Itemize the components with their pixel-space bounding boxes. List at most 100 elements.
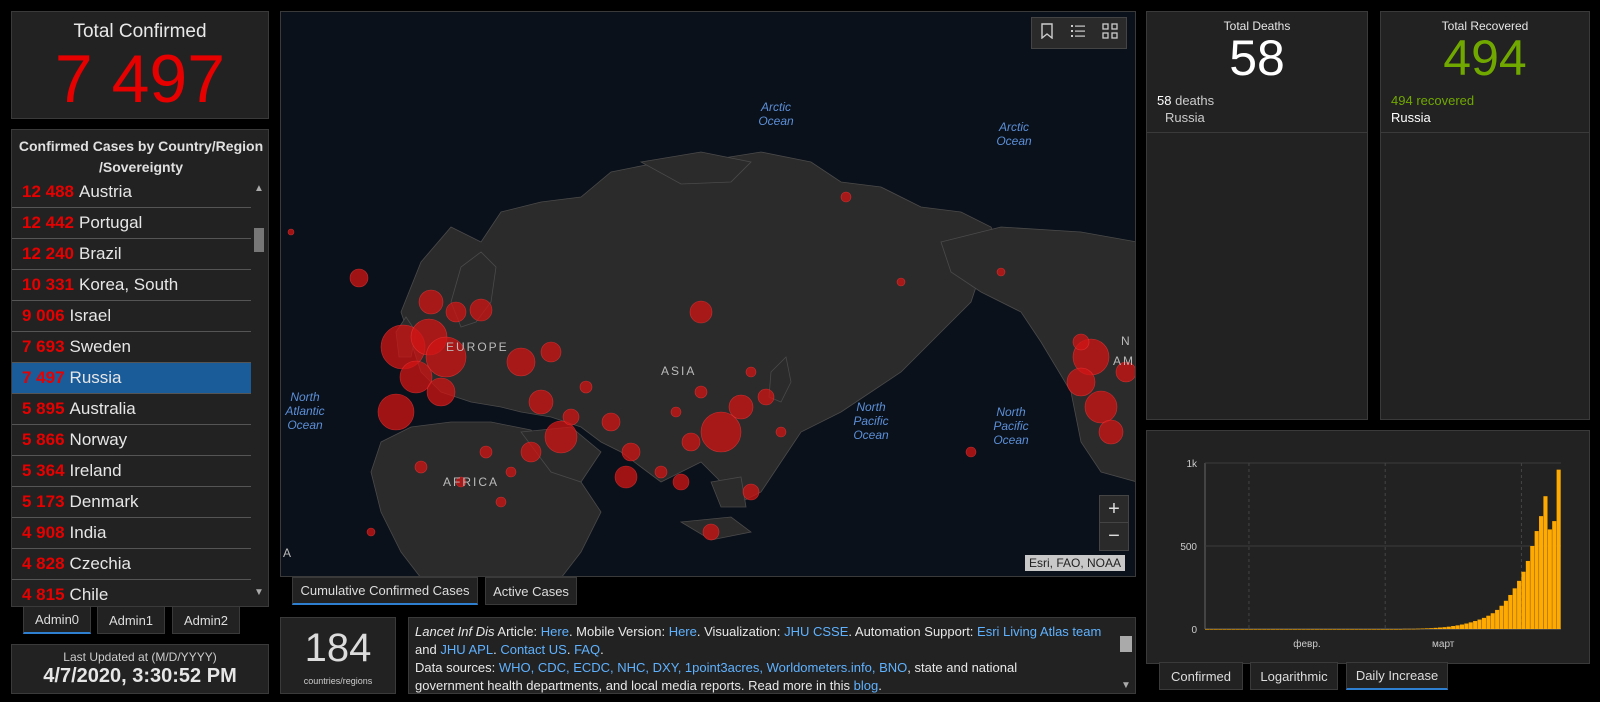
country-list-item[interactable]: 5 866 Norway — [12, 425, 251, 456]
tab-logarithmic[interactable]: Logarithmic — [1250, 662, 1338, 690]
case-bubble[interactable] — [654, 465, 668, 479]
country-list-item[interactable]: 4 815 Chile — [12, 580, 251, 606]
country-list-item[interactable]: 9 006 Israel — [12, 301, 251, 332]
country-list-item[interactable]: 10 331 Korea, South — [12, 270, 251, 301]
case-bubble[interactable] — [840, 191, 852, 203]
tab-admin1[interactable]: Admin1 — [97, 606, 165, 634]
case-bubble[interactable] — [469, 298, 493, 322]
scroll-down-icon[interactable]: ▼ — [252, 587, 266, 598]
map-label-europe: EUROPE — [446, 340, 509, 354]
case-bubble[interactable] — [528, 389, 554, 415]
case-bubble[interactable] — [366, 527, 376, 537]
case-bubble[interactable] — [377, 393, 415, 431]
country-list-item[interactable]: 12 442 Portugal — [12, 208, 251, 239]
case-bubble[interactable] — [520, 441, 542, 463]
case-bubble[interactable] — [540, 341, 562, 363]
tab-cumulative-confirmed[interactable]: Cumulative Confirmed Cases — [292, 577, 478, 605]
bookmark-icon[interactable] — [1040, 23, 1054, 43]
info-scroll-thumb[interactable] — [1120, 636, 1132, 652]
country-list-item[interactable]: 5 364 Ireland — [12, 456, 251, 487]
tab-active-cases[interactable]: Active Cases — [485, 577, 577, 605]
world-map[interactable] — [281, 12, 1136, 577]
case-bubble[interactable] — [681, 432, 701, 452]
country-list-item[interactable]: 7 497 Russia — [12, 363, 251, 394]
country-list-item[interactable]: 4 828 Czechia — [12, 549, 251, 580]
chart-bar — [1301, 629, 1306, 630]
tab-admin0[interactable]: Admin0 — [23, 606, 91, 634]
case-bubble[interactable] — [506, 347, 536, 377]
country-name: Czechia — [69, 554, 131, 573]
case-bubble[interactable] — [614, 465, 638, 489]
case-bubble[interactable] — [1098, 419, 1124, 445]
map-panel[interactable]: EUROPE ASIA AFRICA A N AM Arctic Ocean A… — [280, 11, 1136, 577]
info-scrollbar[interactable]: ▼ — [1119, 620, 1133, 691]
case-bubble[interactable] — [418, 289, 444, 315]
case-bubble[interactable] — [1084, 390, 1118, 424]
case-bubble[interactable] — [1072, 333, 1090, 351]
country-list-item[interactable]: 5 895 Australia — [12, 394, 251, 425]
case-bubble[interactable] — [562, 408, 580, 426]
case-bubble[interactable] — [287, 228, 295, 236]
country-list-item[interactable]: 4 908 India — [12, 518, 251, 549]
case-bubble[interactable] — [399, 360, 433, 394]
case-bubble[interactable] — [670, 406, 682, 418]
case-bubble[interactable] — [745, 366, 757, 378]
case-bubble[interactable] — [775, 426, 787, 438]
case-bubble[interactable] — [601, 412, 621, 432]
case-bubble[interactable] — [426, 377, 456, 407]
chart-bar — [1376, 629, 1381, 630]
case-bubble[interactable] — [1066, 367, 1096, 397]
info-scroll-down-icon[interactable]: ▼ — [1119, 680, 1133, 691]
case-bubble[interactable] — [445, 301, 467, 323]
chart-bar — [1323, 629, 1328, 630]
zoom-out-button[interactable]: − — [1100, 523, 1128, 550]
case-bubble[interactable] — [700, 411, 742, 453]
scroll-up-icon[interactable]: ▲ — [252, 183, 266, 194]
jhu-csse-link[interactable]: JHU CSSE — [784, 624, 848, 639]
faq-link[interactable]: FAQ — [574, 642, 600, 657]
case-bubble[interactable] — [702, 523, 720, 541]
country-list-item[interactable]: 12 488 Austria — [12, 177, 251, 208]
zoom-in-button[interactable]: + — [1100, 496, 1128, 523]
case-bubble[interactable] — [414, 460, 428, 474]
country-list-scrollbar[interactable]: ▲ ▼ — [252, 183, 266, 598]
case-bubble[interactable] — [349, 268, 369, 288]
case-bubble[interactable] — [479, 445, 493, 459]
case-bubble[interactable] — [996, 267, 1006, 277]
country-count: 12 488 — [22, 182, 74, 201]
case-bubble[interactable] — [742, 483, 760, 501]
case-bubble[interactable] — [621, 442, 641, 462]
legend-list-icon[interactable] — [1070, 23, 1086, 44]
contact-link[interactable]: Contact US — [500, 642, 566, 657]
case-bubble[interactable] — [544, 420, 578, 454]
case-bubble[interactable] — [505, 466, 517, 478]
case-bubble[interactable] — [965, 446, 977, 458]
chart-bar — [1270, 629, 1276, 630]
case-bubble[interactable] — [694, 385, 708, 399]
blog-link[interactable]: blog — [854, 678, 879, 693]
country-list-item[interactable]: 5 173 Denmark — [12, 487, 251, 518]
case-bubble[interactable] — [672, 473, 690, 491]
case-bubble[interactable] — [689, 300, 713, 324]
case-bubble[interactable] — [579, 380, 593, 394]
chart-bar — [1205, 629, 1210, 630]
country-list-item[interactable]: 12 240 Brazil — [12, 239, 251, 270]
jhu-apl-link[interactable]: JHU APL — [440, 642, 493, 657]
daily-increase-chart[interactable]: 0 500 1k февр. март — [1147, 431, 1591, 665]
esri-link[interactable]: Esri Living Atlas team — [977, 624, 1101, 639]
country-list-item[interactable]: 7 693 Sweden — [12, 332, 251, 363]
case-bubble[interactable] — [896, 277, 906, 287]
chart-bar — [1222, 629, 1227, 630]
tab-admin2[interactable]: Admin2 — [172, 606, 240, 634]
article-link[interactable]: Here — [541, 624, 569, 639]
mobile-link[interactable]: Here — [669, 624, 697, 639]
sources-links[interactable]: WHO, CDC, ECDC, NHC, DXY, 1point3acres, … — [499, 660, 907, 675]
scroll-thumb[interactable] — [254, 228, 264, 252]
basemap-gallery-icon[interactable] — [1102, 22, 1118, 44]
case-bubble[interactable] — [757, 388, 775, 406]
case-bubble[interactable] — [495, 496, 507, 508]
chart-bar — [1424, 628, 1429, 629]
tab-confirmed-chart[interactable]: Confirmed — [1159, 662, 1243, 690]
info-line-1: Lancet Inf Dis Article: Here. Mobile Ver… — [415, 624, 1102, 639]
tab-daily-increase[interactable]: Daily Increase — [1346, 662, 1448, 690]
